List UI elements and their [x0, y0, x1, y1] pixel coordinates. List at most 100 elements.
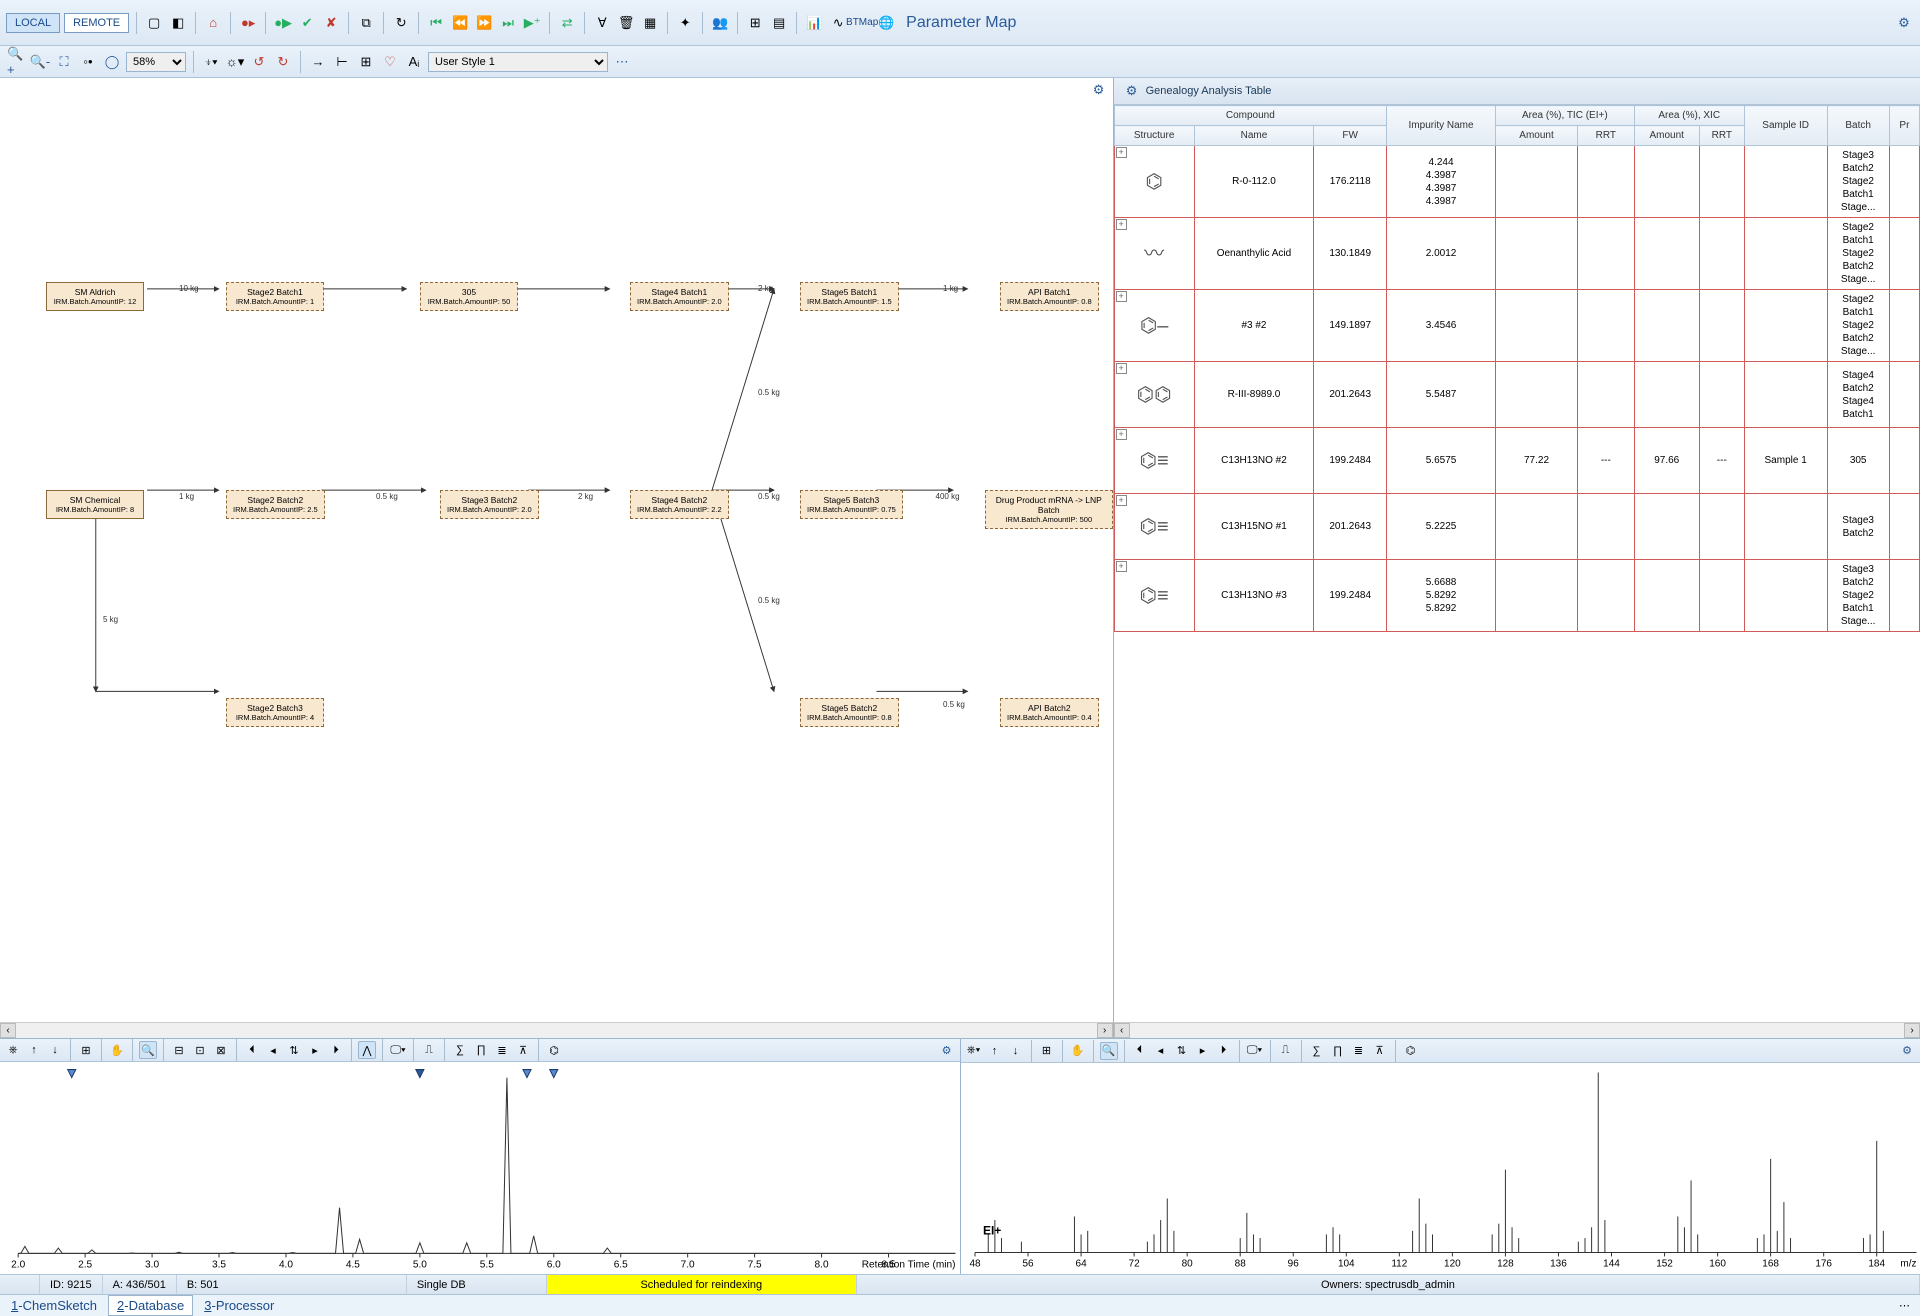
- btmap-icon[interactable]: BTMap: [852, 13, 872, 33]
- zoom-fit-icon[interactable]: ⛶: [54, 52, 74, 72]
- zoom-out-icon[interactable]: 🔍-: [30, 52, 50, 72]
- baseline-icon[interactable]: ⎍: [420, 1041, 438, 1059]
- f2-icon[interactable]: ∏: [1329, 1042, 1347, 1060]
- f3-icon[interactable]: ≣: [1350, 1042, 1368, 1060]
- refresh-icon[interactable]: ↻: [391, 13, 411, 33]
- folder-icon[interactable]: ⌂: [203, 13, 223, 33]
- style-select[interactable]: User Style 1: [428, 52, 608, 72]
- panel-settings-icon[interactable]: ⚙: [1898, 1042, 1916, 1060]
- zoom-fit-icon[interactable]: ⊠: [212, 1041, 230, 1059]
- updown-icon[interactable]: ⇅: [285, 1041, 303, 1059]
- col-area-xic[interactable]: Area (%), XIC: [1634, 106, 1744, 126]
- col-area-tic[interactable]: Area (%), TIC (EI+): [1496, 106, 1635, 126]
- next2-icon[interactable]: ⏵: [327, 1041, 345, 1059]
- swap-icon[interactable]: ⇄: [557, 13, 577, 33]
- tree-icon[interactable]: ⊞: [745, 13, 765, 33]
- next-icon[interactable]: ▸: [1194, 1042, 1212, 1060]
- down-icon[interactable]: ↓: [46, 1041, 64, 1059]
- zoom-reset-icon[interactable]: ⊡: [191, 1041, 209, 1059]
- people-icon[interactable]: 👥: [710, 13, 730, 33]
- flow-node-s2b1[interactable]: Stage2 Batch1IRM.Batch.AmountIP: 1: [226, 282, 324, 311]
- prev2-icon[interactable]: ◂: [1152, 1042, 1170, 1060]
- col-tic-amount[interactable]: Amount: [1496, 126, 1578, 146]
- spec-icon[interactable]: ⎈▾: [965, 1042, 983, 1060]
- col-name[interactable]: Name: [1194, 126, 1314, 146]
- open-doc-icon[interactable]: ◧: [168, 13, 188, 33]
- play-next-icon[interactable]: ▶⁺: [522, 13, 542, 33]
- hand-icon[interactable]: ✋: [1069, 1042, 1087, 1060]
- up-icon[interactable]: ↑: [25, 1041, 43, 1059]
- arrow-right-icon[interactable]: →: [308, 52, 328, 72]
- f4-icon[interactable]: ⊼: [1371, 1042, 1389, 1060]
- table-row[interactable]: +⌬–#3 #2149.18973.4546Stage2Batch1Stage2…: [1114, 290, 1919, 362]
- hand-icon[interactable]: ✋: [108, 1041, 126, 1059]
- new-doc-icon[interactable]: ▢: [144, 13, 164, 33]
- flow-node-s5b1[interactable]: Stage5 Batch1IRM.Batch.AmountIP: 1.5: [800, 282, 899, 311]
- zoom-in-icon[interactable]: 🔍+: [6, 52, 26, 72]
- flow-node-api2[interactable]: API Batch2IRM.Batch.AmountIP: 0.4: [1000, 698, 1099, 727]
- skip-end-icon[interactable]: ⏭: [498, 13, 518, 33]
- prev-icon[interactable]: ⏴: [1131, 1042, 1149, 1060]
- expand-icon[interactable]: +: [1116, 291, 1127, 302]
- next2-icon[interactable]: ⏵: [1215, 1042, 1233, 1060]
- col-structure[interactable]: Structure: [1114, 126, 1194, 146]
- f3-icon[interactable]: ≣: [493, 1041, 511, 1059]
- col-tic-rrt[interactable]: RRT: [1578, 126, 1635, 146]
- tab-database[interactable]: 2-Database: [108, 1295, 193, 1316]
- play-icon[interactable]: ●▶: [273, 13, 293, 33]
- local-button[interactable]: LOCAL: [6, 13, 60, 33]
- grid-icon[interactable]: ▦: [640, 13, 660, 33]
- settings-icon[interactable]: ⚙: [1894, 13, 1914, 33]
- skip-start-icon[interactable]: ⏮: [426, 13, 446, 33]
- col-sample[interactable]: Sample ID: [1744, 106, 1827, 146]
- grid-icon[interactable]: ⊞: [77, 1041, 95, 1059]
- heart-icon[interactable]: ♡: [380, 52, 400, 72]
- expand-icon[interactable]: +: [1116, 495, 1127, 506]
- table-row[interactable]: +〰Oenanthylic Acid130.18492.0012Stage2Ba…: [1114, 218, 1919, 290]
- hierarchy-icon[interactable]: ⊢: [332, 52, 352, 72]
- copy-icon[interactable]: ⧉: [356, 13, 376, 33]
- peak-icon[interactable]: ⋀: [358, 1041, 376, 1059]
- up-icon[interactable]: ↑: [986, 1042, 1004, 1060]
- formula-icon[interactable]: ∑: [1308, 1042, 1326, 1060]
- zoom-icon[interactable]: 🔍: [1100, 1042, 1118, 1060]
- col-xic-amount[interactable]: Amount: [1634, 126, 1699, 146]
- col-compound[interactable]: Compound: [1114, 106, 1386, 126]
- flow-node-s5b3[interactable]: Stage5 Batch3IRM.Batch.AmountIP: 0.75: [800, 490, 903, 519]
- panel-settings-icon[interactable]: ⚙: [1122, 81, 1142, 101]
- rewind-icon[interactable]: ⏪: [450, 13, 470, 33]
- expand-icon[interactable]: +: [1116, 147, 1127, 158]
- baseline-icon[interactable]: ⎍: [1277, 1042, 1295, 1060]
- zoom-out-icon[interactable]: ⊟: [170, 1041, 188, 1059]
- expand-icon[interactable]: +: [1116, 561, 1127, 572]
- expand-icon[interactable]: +: [1116, 219, 1127, 230]
- table-row[interactable]: +⌬≡C13H13NO #2199.24845.657577.22---97.6…: [1114, 428, 1919, 494]
- prev2-icon[interactable]: ◂: [264, 1041, 282, 1059]
- flow-node-sm_chem[interactable]: SM ChemicalIRM.Batch.AmountIP: 8: [46, 490, 144, 519]
- globe-icon[interactable]: 🌐: [876, 13, 896, 33]
- col-impurity[interactable]: Impurity Name: [1387, 106, 1496, 146]
- more-icon[interactable]: ⋯: [1891, 1299, 1918, 1312]
- screen-icon[interactable]: 🖵▾: [389, 1041, 407, 1059]
- grid-icon[interactable]: ⊞: [1038, 1042, 1056, 1060]
- redo3-icon[interactable]: ↻: [273, 52, 293, 72]
- record-icon[interactable]: ●▸: [238, 13, 258, 33]
- zoom-select[interactable]: 58%: [126, 52, 186, 72]
- text-icon[interactable]: Aᵢ: [404, 52, 424, 72]
- flow-node-api1[interactable]: API Batch1IRM.Batch.AmountIP: 0.8: [1000, 282, 1099, 311]
- table-row[interactable]: +⌬≡C13H13NO #3199.24845.66885.82925.8292…: [1114, 560, 1919, 632]
- filter-icon[interactable]: ⍖▾: [201, 52, 221, 72]
- flow-node-s2b2[interactable]: Stage2 Batch2IRM.Batch.AmountIP: 2.5: [226, 490, 325, 519]
- sun-icon[interactable]: ☼▾: [225, 52, 245, 72]
- scroll-left-icon[interactable]: ‹: [1114, 1023, 1130, 1038]
- basket-icon[interactable]: 🗑: [616, 13, 636, 33]
- updown-icon[interactable]: ⇅: [1173, 1042, 1191, 1060]
- tab-chemsketch[interactable]: 1-ChemSketch: [2, 1295, 106, 1316]
- formula-icon[interactable]: ∑: [451, 1041, 469, 1059]
- scroll-left-icon[interactable]: ‹: [0, 1023, 16, 1038]
- spec-icon[interactable]: ⎈: [4, 1041, 22, 1059]
- flow-node-s4b2[interactable]: Stage4 Batch2IRM.Batch.AmountIP: 2.2: [630, 490, 729, 519]
- col-fw[interactable]: FW: [1314, 126, 1387, 146]
- select-all-icon[interactable]: ∀: [592, 13, 612, 33]
- flow-node-s4b1[interactable]: Stage4 Batch1IRM.Batch.AmountIP: 2.0: [630, 282, 729, 311]
